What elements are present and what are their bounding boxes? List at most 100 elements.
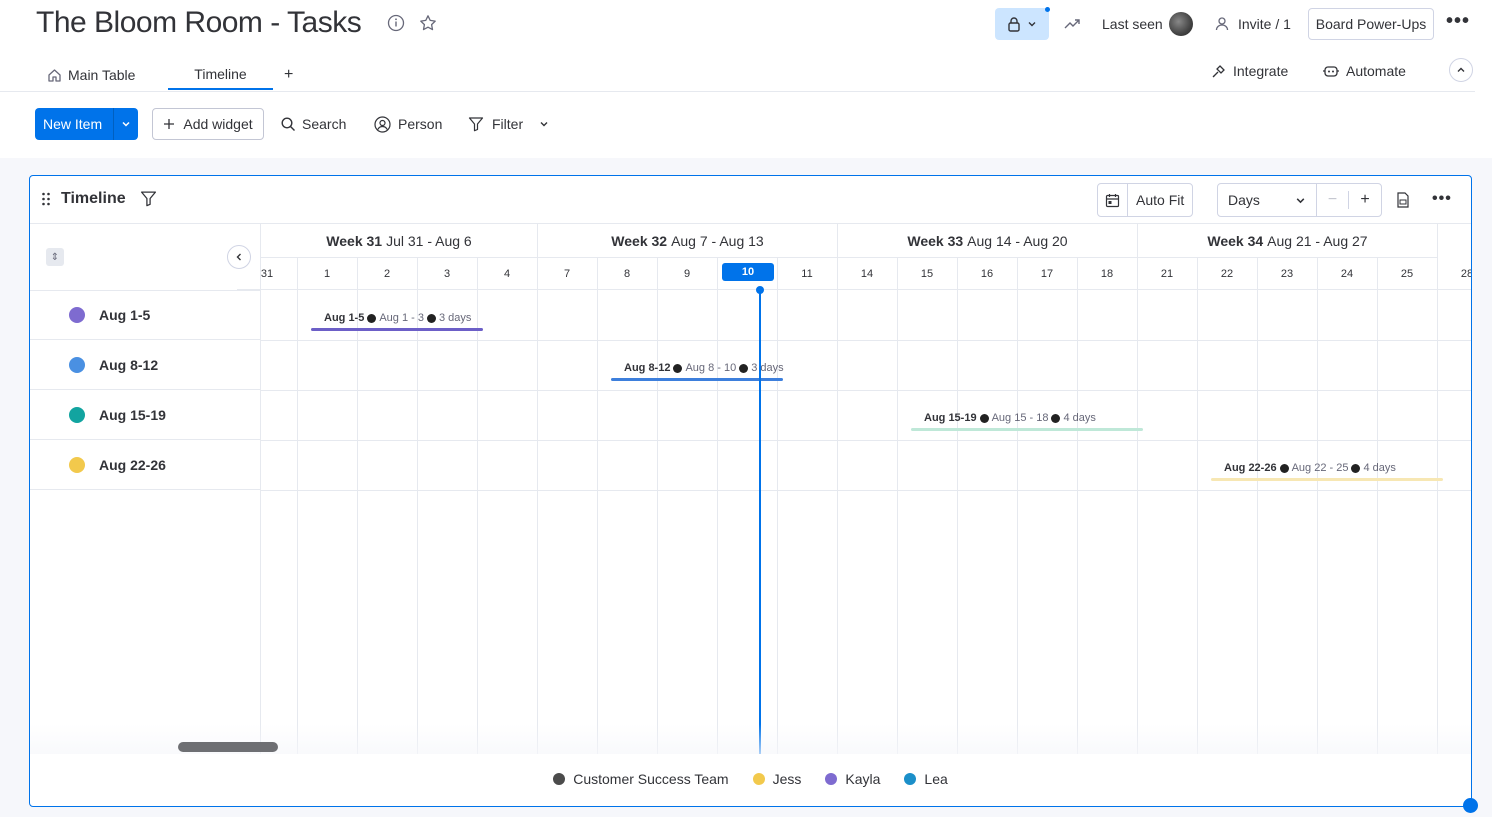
- bar-duration: 4 days: [1063, 412, 1096, 424]
- grid-line: [1197, 258, 1198, 754]
- day-label: 31: [237, 258, 297, 290]
- star-icon[interactable]: [419, 14, 437, 32]
- grid-line: [417, 258, 418, 754]
- filter-icon[interactable]: [140, 190, 157, 207]
- auto-fit-button[interactable]: Auto Fit: [1097, 183, 1193, 217]
- last-seen-label: Last seen: [1102, 16, 1163, 32]
- week-range: Aug 21 - Aug 27: [1267, 232, 1368, 249]
- day-label: 15: [897, 258, 957, 290]
- bar-item-name: Aug 22-26: [1224, 462, 1277, 474]
- separator-dot: [1279, 463, 1289, 473]
- timeline-bar-label[interactable]: Aug 22-26 Aug 22 - 25 4 days: [1224, 462, 1396, 474]
- scale-select[interactable]: Days: [1217, 183, 1317, 217]
- search-button[interactable]: Search: [281, 108, 346, 140]
- timeline-row-label[interactable]: Aug 22-26: [30, 440, 261, 490]
- filter-button[interactable]: Filter: [468, 108, 549, 140]
- board-power-ups-button[interactable]: Board Power-Ups: [1308, 8, 1434, 40]
- timeline-bar-label[interactable]: Aug 1-5 Aug 1 - 3 3 days: [324, 312, 471, 324]
- more-options-icon[interactable]: •••: [1446, 10, 1470, 33]
- legend-item[interactable]: Customer Success Team: [553, 771, 729, 787]
- activity-button[interactable]: [1063, 8, 1081, 40]
- integrate-button[interactable]: Integrate: [1211, 60, 1288, 82]
- add-view-button[interactable]: +: [284, 60, 296, 90]
- widget-more-icon[interactable]: •••: [1432, 190, 1452, 208]
- legend-color-dot: [752, 773, 765, 785]
- chevron-down-icon[interactable]: [539, 119, 549, 129]
- invite-button[interactable]: Invite / 1: [1215, 8, 1291, 40]
- grid-line: [777, 258, 778, 754]
- day-label: 11: [777, 258, 837, 290]
- timeline-bar[interactable]: [1211, 478, 1443, 481]
- bar-item-name: Aug 8-12: [624, 362, 671, 374]
- legend-item[interactable]: Kayla: [825, 771, 880, 787]
- timeline-bar-label[interactable]: Aug 15-19 Aug 15 - 18 4 days: [924, 412, 1096, 424]
- add-widget-button[interactable]: Add widget: [152, 108, 264, 140]
- zoom-in-button[interactable]: +: [1349, 191, 1381, 209]
- day-label: 22: [1197, 258, 1257, 290]
- day-label: 17: [1017, 258, 1077, 290]
- timeline-row-label[interactable]: Aug 8-12: [30, 340, 261, 390]
- info-icon[interactable]: [387, 14, 405, 32]
- group-color-dot: [69, 456, 85, 473]
- tab-main-table-label: Main Table: [68, 67, 136, 83]
- board-header: The Bloom Room - Tasks Last seen Invite …: [0, 0, 1492, 158]
- tab-main-table[interactable]: Main Table: [47, 60, 147, 90]
- week-label: Week 31: [326, 232, 383, 249]
- week-range: Aug 7 - Aug 13: [671, 232, 764, 249]
- timeline-item-column: ⇕ Aug 1-5 Aug 8-12 Aug 15-19 Aug 22-26: [30, 224, 261, 754]
- grid-line: [837, 258, 838, 754]
- add-widget-label: Add widget: [183, 116, 253, 132]
- row-divider: [261, 390, 1471, 391]
- week-range: Aug 14 - Aug 20: [967, 232, 1068, 249]
- grid-line: [657, 258, 658, 754]
- timeline-bar[interactable]: [611, 378, 783, 381]
- chevron-down-icon: [122, 121, 130, 127]
- legend-item[interactable]: Lea: [904, 771, 948, 787]
- bar-dates: Aug 15 - 18: [991, 412, 1049, 424]
- separator-dot: [739, 363, 749, 373]
- bar-item-name: Aug 15-19: [924, 412, 977, 424]
- bar-dates: Aug 22 - 25: [1291, 462, 1349, 474]
- search-label: Search: [302, 116, 347, 132]
- timeline-row-label[interactable]: Aug 15-19: [30, 390, 261, 440]
- automate-button[interactable]: Automate: [1322, 60, 1406, 82]
- group-color-dot: [69, 306, 85, 323]
- timeline-bar[interactable]: [911, 428, 1143, 431]
- bar-duration: 3 days: [751, 362, 784, 374]
- new-item-dropdown[interactable]: [113, 108, 138, 140]
- drag-handle-icon[interactable]: [41, 192, 51, 206]
- widget-resize-handle[interactable]: [1463, 798, 1478, 813]
- grid-line: [597, 258, 598, 754]
- separator-dot: [673, 363, 683, 373]
- row-name: Aug 22-26: [99, 456, 166, 473]
- person-filter-button[interactable]: Person: [374, 108, 442, 140]
- day-label: 8: [597, 258, 657, 290]
- timeline-bar[interactable]: [311, 328, 483, 331]
- legend-item[interactable]: Jess: [752, 771, 801, 787]
- timeline-grid: Week 31 Jul 31 - Aug 6 Week 32 Aug 7 - Aug …: [237, 224, 1471, 754]
- zoom-out-button[interactable]: −: [1317, 191, 1350, 209]
- calendar-icon: [1105, 193, 1120, 207]
- tab-timeline[interactable]: Timeline: [168, 60, 273, 90]
- board-lock-button[interactable]: [995, 8, 1049, 40]
- timeline-row-label[interactable]: Aug 1-5: [30, 290, 261, 340]
- timeline-widget: Timeline Auto Fit Days − + ••• ⇕ Aug 1-5…: [29, 175, 1472, 807]
- separator-dot: [367, 313, 377, 323]
- board-title[interactable]: The Bloom Room - Tasks: [36, 6, 362, 40]
- group-color-dot: [69, 356, 85, 373]
- separator-dot: [1051, 413, 1061, 423]
- export-icon[interactable]: [1396, 192, 1410, 208]
- legend: Customer Success Team Jess Kayla Lea: [30, 766, 1471, 792]
- sort-icon[interactable]: ⇕: [46, 248, 64, 266]
- new-item-button[interactable]: New Item: [35, 108, 138, 140]
- separator-dot: [979, 413, 989, 423]
- person-icon: [1215, 17, 1229, 31]
- collapse-header-button[interactable]: [1449, 58, 1473, 82]
- plus-icon: [164, 119, 175, 129]
- horizontal-scrollbar[interactable]: [178, 742, 278, 752]
- grid-line: [537, 258, 538, 754]
- last-seen-button[interactable]: Last seen: [1102, 8, 1193, 40]
- row-name: Aug 1-5: [99, 306, 151, 323]
- timeline-widget-title[interactable]: Timeline: [61, 190, 126, 208]
- timeline-widget-header: Timeline Auto Fit Days − + •••: [30, 176, 1471, 224]
